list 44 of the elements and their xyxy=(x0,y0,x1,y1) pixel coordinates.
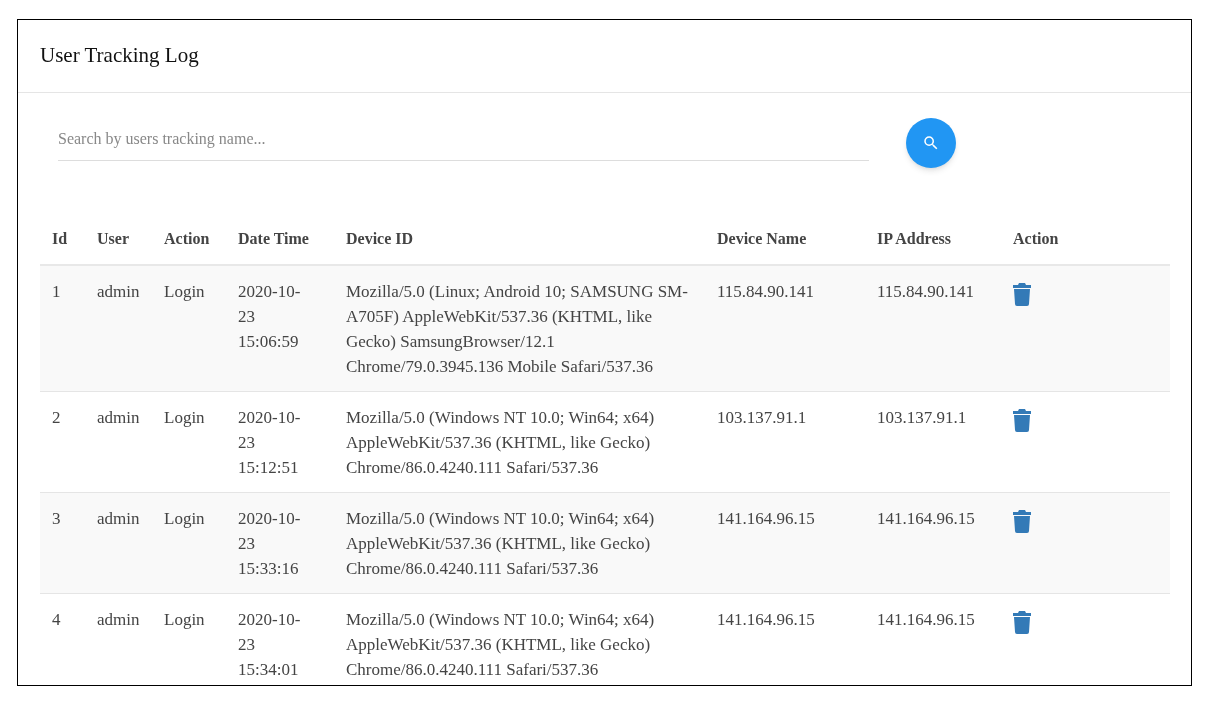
column-header: Device Name xyxy=(717,230,807,247)
table-cell-text: Mozilla/5.0 (Windows NT 10.0; Win64; x64) AppleWebKit/537.36 (KHTML, like Gecko) Chrome/86.0.4240.111 Safari/537.36 xyxy=(346,407,656,479)
table-cell-text: admin xyxy=(97,508,140,530)
table-cell-text: 141.164.96.15 xyxy=(717,609,816,631)
table-cell-text: Login xyxy=(164,281,206,303)
table-cell-text: 103.137.91.1 xyxy=(877,407,968,429)
column-header: Action xyxy=(1013,230,1059,247)
table-cell-text: 141.164.96.15 xyxy=(717,508,816,530)
table-cell-text: 4 xyxy=(52,609,62,631)
search-icon xyxy=(922,134,940,152)
search-button[interactable] xyxy=(906,118,956,168)
trash-icon[interactable] xyxy=(1013,509,1031,533)
table-cell-text: 115.84.90.141 xyxy=(877,281,976,303)
table-cell-text: Login xyxy=(164,407,206,429)
table-cell-text: Mozilla/5.0 (Linux; Android 10; SAMSUNG SM-A705F) AppleWebKit/537.36 (KHTML, like Gecko) SamsungBrowser/12.1 Chrome/79.0.3945.136 Mobile Safari/537.36 xyxy=(346,281,689,378)
column-header: User xyxy=(97,230,129,247)
table-cell-text: 141.164.96.15 xyxy=(877,508,976,530)
column-header: Date Time xyxy=(238,230,309,247)
table-cell-text: 115.84.90.141 xyxy=(717,281,816,303)
table-cell-text: admin xyxy=(97,281,140,303)
column-header: Device ID xyxy=(346,230,414,247)
table-cell-text: admin xyxy=(97,609,140,631)
table-cell-text: 141.164.96.15 xyxy=(877,609,976,631)
trash-icon[interactable] xyxy=(1013,610,1031,634)
trash-icon[interactable] xyxy=(1013,282,1031,306)
trash-icon[interactable] xyxy=(1013,408,1031,432)
column-header: Action xyxy=(164,230,210,247)
table-cell-text: Login xyxy=(164,508,206,530)
table-cell-text: 2020-10-23 15:06:59 xyxy=(238,281,302,353)
table-cell-text: 1 xyxy=(52,281,62,303)
table-cell-text: 103.137.91.1 xyxy=(717,407,808,429)
card-title: User Tracking Log xyxy=(40,42,199,70)
table-cell-text: 2020-10-23 15:33:16 xyxy=(238,508,302,580)
table-cell-text: Login xyxy=(164,609,206,631)
table-cell-text: 3 xyxy=(52,508,62,530)
table-cell-text: 2 xyxy=(52,407,62,429)
table-cell-text: Mozilla/5.0 (Windows NT 10.0; Win64; x64) AppleWebKit/537.36 (KHTML, like Gecko) Chrome/86.0.4240.111 Safari/537.36 xyxy=(346,508,656,580)
column-header: Id xyxy=(52,230,68,247)
table-cell-text: 2020-10-23 15:12:51 xyxy=(238,407,302,479)
table-cell-text: 2020-10-23 15:34:01 xyxy=(238,609,302,681)
search-field[interactable]: Search by users tracking name... xyxy=(58,118,869,161)
column-header: IP Address xyxy=(877,230,951,247)
table-cell-text: Mozilla/5.0 (Windows NT 10.0; Win64; x64) AppleWebKit/537.36 (KHTML, like Gecko) Chrome/86.0.4240.111 Safari/537.36 xyxy=(346,609,656,681)
table-cell-text: admin xyxy=(97,407,140,429)
